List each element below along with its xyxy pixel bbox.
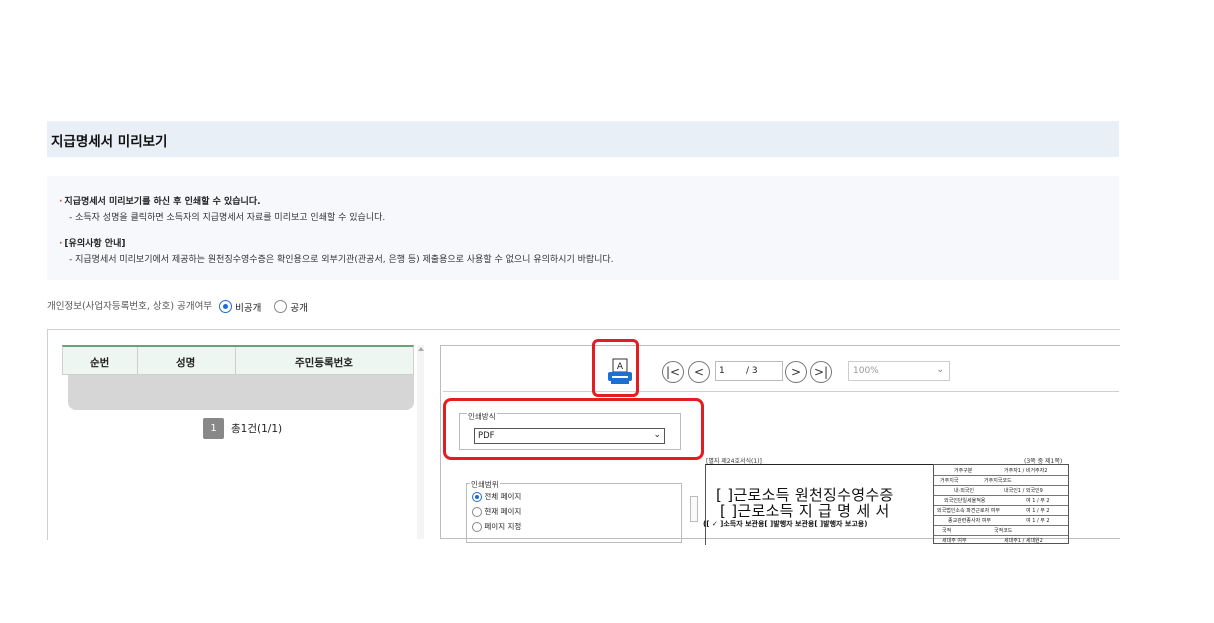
print-method-highlight	[443, 398, 704, 460]
column-header-name: 성명	[176, 357, 196, 369]
grid-cell: 거주지국코드	[984, 478, 1012, 484]
page-total: / 3	[746, 366, 758, 376]
first-page-button[interactable]: |<	[662, 361, 684, 383]
privacy-option: 개인정보(사업자등록번호, 상호) 공개여부 비공개 공개	[47, 298, 308, 314]
grid-cell: 세대주 여부	[942, 538, 967, 544]
notice-line-3: · [유의사항 안내]	[59, 239, 126, 249]
radio-selected-icon	[472, 492, 482, 502]
grid-cell: 거주지국	[940, 478, 959, 484]
first-page-icon: |<	[665, 365, 681, 379]
column-header-no: 순번	[90, 357, 110, 369]
chevron-down-icon: ⌄	[936, 365, 944, 375]
grid-cell: 여 1 / 부 2	[1026, 508, 1050, 514]
grid-cell: 내·외국인	[954, 488, 974, 494]
privacy-label: 개인정보(사업자등록번호, 상호) 공개여부	[47, 301, 213, 312]
grid-cell: 외국인단일세율적용	[944, 498, 986, 504]
page-title: 지급명세서 미리보기	[51, 134, 168, 150]
grid-cell: 거주자1 / 비거주자2	[1004, 468, 1048, 474]
notice-line-4: - 지급명세서 미리보기에서 제공하는 원천징수영수증은 확인용으로 외부기관(…	[69, 255, 614, 265]
print-range-current[interactable]: 현재 페이지	[472, 506, 521, 517]
privacy-radio-public[interactable]: 공개	[274, 300, 308, 314]
radio-selected-icon	[219, 300, 233, 313]
print-button-highlight	[592, 339, 639, 397]
bullet-icon: ·	[59, 197, 63, 207]
document-info-grid: 거주구분 거주자1 / 비거주자2 거주지국 거주지국코드 내·외국인 내국인1…	[933, 464, 1069, 544]
grid-cell: 국적코드	[994, 528, 1013, 534]
scroll-up-icon[interactable]	[418, 347, 424, 351]
last-page-button[interactable]: >|	[810, 361, 832, 383]
grid-cell: 여 1 / 부 2	[1026, 498, 1050, 504]
table-row[interactable]	[68, 375, 414, 410]
radio-unselected-icon	[472, 522, 482, 532]
print-range-legend: 인쇄범위	[470, 479, 500, 490]
page-header: 지급명세서 미리보기	[47, 121, 1119, 157]
grid-cell: 여 1 / 부 2	[1026, 518, 1050, 524]
document-subtitle: ([ ✓ ]소득자 보관용[ ]발행자 보관용[ ]발행자 보고용)	[703, 520, 868, 528]
column-header-rrn: 주민등록번호	[295, 357, 353, 369]
table-header: 순번 성명 주민등록번호	[62, 345, 414, 375]
document-title-2: [ ]근로소득 지 급 명 세 서	[720, 502, 890, 520]
radio-unselected-icon	[472, 507, 482, 517]
grid-cell: 내국인1 / 외국인9	[1004, 488, 1043, 494]
grid-cell: 외국법인소속 파견근로자 여부	[937, 508, 1000, 514]
chevron-left-icon: <	[693, 365, 705, 379]
grid-cell: 세대주1 / 세대원2	[1004, 538, 1043, 544]
total-count: 총1건(1/1)	[231, 423, 283, 435]
last-page-icon: >|	[813, 365, 829, 379]
next-page-button[interactable]: >	[785, 361, 807, 383]
print-range-all[interactable]: 전체 페이지	[472, 491, 521, 502]
notice-line-2: - 소득자 성명을 클릭하면 소득자의 지급명세서 자료를 미리보고 인쇄할 수…	[69, 213, 386, 223]
radio-unselected-icon	[274, 300, 288, 313]
document-scrollbar[interactable]	[690, 496, 698, 522]
grid-cell: 거주구분	[954, 468, 973, 474]
prev-page-button[interactable]: <	[688, 361, 710, 383]
pagination-page-1[interactable]: 1	[203, 418, 224, 439]
page-input[interactable]: 1 / 3	[715, 361, 783, 381]
notice-line-1: · 지급명세서 미리보기를 하신 후 인쇄할 수 있습니다.	[59, 197, 261, 207]
grid-cell: 종교관련종사자 여부	[948, 518, 991, 524]
bullet-icon: ·	[59, 239, 63, 249]
notice-box: · 지급명세서 미리보기를 하신 후 인쇄할 수 있습니다. - 소득자 성명을 …	[47, 176, 1119, 280]
zoom-select[interactable]: 100% ⌄	[848, 361, 950, 381]
page-input-value: 1	[719, 366, 725, 376]
chevron-right-icon: >	[790, 365, 802, 379]
print-range-custom[interactable]: 페이지 지정	[472, 521, 521, 532]
table-scrollbar[interactable]	[417, 345, 424, 539]
privacy-radio-private[interactable]: 비공개	[219, 300, 261, 314]
grid-cell: 국적	[942, 528, 952, 534]
